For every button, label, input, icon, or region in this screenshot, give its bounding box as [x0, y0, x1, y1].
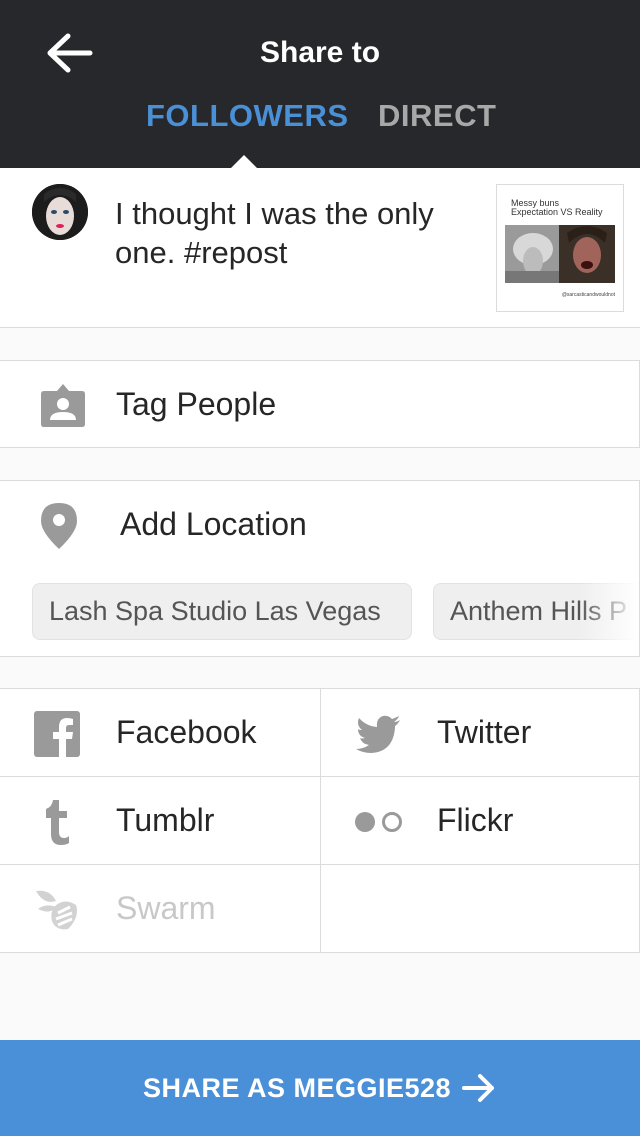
- thumbnail-photo-left: [505, 225, 561, 283]
- share-button[interactable]: SHARE AS MEGGIE528: [0, 1040, 640, 1136]
- facebook-icon: [34, 711, 80, 757]
- tumblr-label: Tumblr: [116, 802, 215, 838]
- page-title: Share to: [259, 36, 381, 69]
- share-swarm: Swarm: [0, 865, 320, 953]
- tumblr-icon: [46, 800, 69, 845]
- top-bar: Share to FOLLOWERS DIRECT: [0, 0, 640, 169]
- empty-cell: [320, 865, 640, 953]
- arrow-right-icon: [462, 1074, 494, 1102]
- flickr-icon: [355, 812, 402, 832]
- tag-people-row[interactable]: Tag People: [0, 360, 640, 448]
- share-flickr[interactable]: Flickr: [320, 777, 640, 865]
- location-suggestion-chip[interactable]: Lash Spa Studio Las Vegas: [32, 583, 412, 640]
- add-location-label: Add Location: [120, 506, 307, 542]
- avatar: [32, 184, 88, 240]
- add-location-row[interactable]: Add Location: [0, 480, 640, 568]
- tab-direct[interactable]: DIRECT: [378, 98, 496, 134]
- share-targets-grid: Facebook Twitter Tumblr Flickr Swarm: [0, 688, 640, 953]
- post-thumbnail: Messy buns Expectation VS Reality @sarca…: [496, 184, 624, 312]
- location-suggestion-chip[interactable]: Anthem Hills P: [433, 583, 639, 640]
- flickr-label: Flickr: [437, 802, 514, 838]
- swarm-icon: [36, 890, 77, 930]
- facebook-label: Facebook: [116, 714, 257, 750]
- thumbnail-photo-right: [559, 225, 615, 283]
- location-suggestions: Lash Spa Studio Las Vegas Anthem Hills P: [0, 567, 640, 657]
- thumbnail-credit: @sarcasticandwouldnot: [561, 292, 615, 298]
- share-button-label: SHARE AS MEGGIE528: [142, 1073, 452, 1103]
- location-pin-icon: [41, 503, 77, 549]
- active-tab-indicator: [230, 155, 258, 169]
- share-twitter[interactable]: Twitter: [320, 689, 640, 777]
- tab-followers[interactable]: FOLLOWERS: [146, 98, 349, 134]
- thumbnail-title: Messy buns Expectation VS Reality: [511, 198, 603, 217]
- share-tumblr[interactable]: Tumblr: [0, 777, 320, 865]
- share-facebook[interactable]: Facebook: [0, 689, 320, 777]
- caption-text[interactable]: I thought I was the only one. #repost: [115, 194, 485, 272]
- post-preview: I thought I was the only one. #repost Me…: [0, 168, 640, 328]
- tag-person-icon: [41, 384, 85, 427]
- twitter-icon: [356, 715, 400, 753]
- twitter-label: Twitter: [437, 714, 532, 750]
- swarm-label: Swarm: [116, 890, 216, 926]
- tag-people-label: Tag People: [116, 386, 277, 422]
